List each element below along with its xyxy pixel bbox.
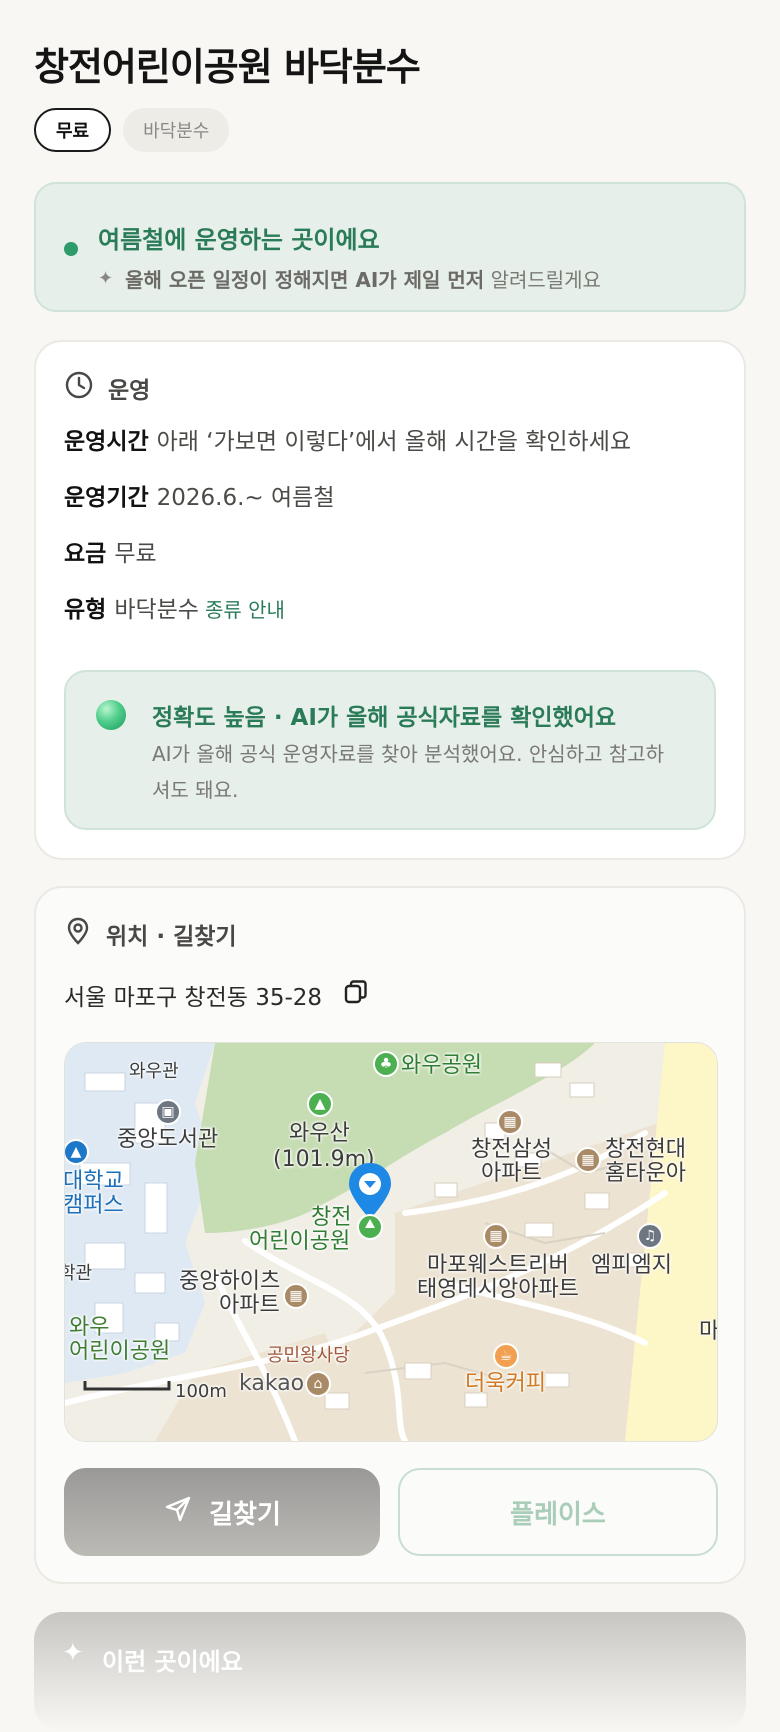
ops-row-type: 유형 바닥분수 종류 안내 — [64, 590, 285, 624]
shrine-icon: ⌂ — [305, 1371, 331, 1397]
season-sub-bold: 올해 오픈 일정이 정해지면 AI가 제일 먼저 — [125, 268, 485, 292]
about-title: 이런 곳이에요 — [102, 1648, 243, 1676]
map-label: 창전 — [311, 1205, 352, 1230]
sparkle-icon: ✦ — [62, 1638, 84, 1668]
library-icon: ▣ — [155, 1099, 181, 1125]
map-label: 와우산 — [289, 1121, 350, 1146]
operation-card: 운영 운영시간 아래 ‘가보면 이렇다’에서 올해 시간을 확인하세요 운영기간 2… — [34, 340, 746, 860]
map-label: 태영데시앙아파트 — [417, 1277, 579, 1302]
mountain-icon: ▲ — [307, 1091, 333, 1117]
map-label: 대학교 — [64, 1169, 124, 1194]
location-title: 위치 · 길찾기 — [106, 924, 237, 950]
map-label: 중앙하이츠 — [179, 1269, 281, 1294]
sparkle-icon: ✦ — [98, 268, 114, 289]
chip-free[interactable]: 무료 — [34, 108, 112, 152]
map-label: 더욱커피 — [465, 1371, 546, 1396]
address-text: 서울 마포구 창전동 35-28 — [64, 985, 323, 1011]
route-button[interactable]: 길찾기 — [64, 1468, 380, 1556]
route-button-label: 길찾기 — [209, 1498, 281, 1529]
map-label: 와우관 — [129, 1061, 179, 1082]
ai-orb-icon — [96, 700, 126, 730]
map-label: 창전삼성 — [471, 1137, 552, 1162]
kakao-logo: kakao — [239, 1371, 305, 1396]
apartment-icon: ▦ — [575, 1147, 601, 1173]
map-label: 와우공원 — [401, 1053, 482, 1078]
ops-value: 아래 ‘가보면 이렇다’에서 올해 시간을 확인하세요 — [156, 429, 632, 455]
ops-label: 요금 — [64, 541, 107, 567]
copy-icon[interactable] — [342, 978, 370, 1012]
clock-icon — [64, 370, 94, 406]
ops-row-period: 운영기간 2026.6.~ 여름철 — [64, 478, 335, 512]
map-label: 중앙도서관 — [117, 1127, 219, 1152]
navigate-arrow-icon — [163, 1494, 193, 1531]
ops-label: 운영기간 — [64, 485, 149, 511]
park-icon: ♣ — [373, 1051, 399, 1077]
ops-value: 무료 — [114, 541, 157, 567]
location-card: 위치 · 길찾기 서울 마포구 창전동 35-28 와우관 ▣ 중앙도서관 ▲ … — [34, 886, 746, 1584]
chip-type[interactable]: 바닥분수 — [123, 108, 230, 152]
map-label: 학관 — [65, 1263, 93, 1284]
season-notice: 여름철에 운영하는 곳이에요 ✦ 올해 오픈 일정이 정해지면 AI가 제일 먼… — [34, 182, 746, 312]
selected-pin-icon[interactable] — [347, 1161, 393, 1243]
map-label: 어린이공원 — [69, 1339, 171, 1364]
ops-label: 유형 — [64, 597, 107, 623]
season-subtext: ✦ 올해 오픈 일정이 정해지면 AI가 제일 먼저 알려드릴게요 — [98, 264, 601, 293]
apartment-icon: ▦ — [497, 1109, 523, 1135]
map-label: 창전현대 — [605, 1137, 686, 1162]
season-sub-rest: 알려드릴게요 — [490, 268, 601, 292]
location-pin-icon — [64, 916, 92, 952]
operation-title: 운영 — [108, 378, 151, 404]
page: 창전어린이공원 바닥분수 무료 바닥분수 여름철에 운영하는 곳이에요 ✦ 올해… — [0, 0, 780, 1732]
school-icon: ▲ — [65, 1139, 89, 1165]
map-label: 마 — [699, 1319, 718, 1344]
accuracy-notice: 정확도 높음 · AI가 올해 공식자료를 확인했어요 AI가 올해 공식 운영… — [64, 670, 716, 830]
map-label: 홈타운아 — [605, 1161, 686, 1186]
music-icon: ♫ — [637, 1223, 663, 1249]
place-button[interactable]: 플레이스 — [398, 1468, 718, 1556]
address-row: 서울 마포구 창전동 35-28 — [64, 978, 370, 1012]
ops-row-hours: 운영시간 아래 ‘가보면 이렇다’에서 올해 시간을 확인하세요 — [64, 422, 631, 456]
map-label: 아파트 — [481, 1161, 542, 1186]
page-title: 창전어린이공원 바닥분수 — [34, 45, 421, 89]
map-label: 공민왕사당 — [267, 1345, 350, 1366]
map-label: 와우 — [69, 1315, 110, 1340]
map-label: 캠퍼스 — [64, 1193, 124, 1218]
type-guide-link[interactable]: 종류 안내 — [205, 598, 285, 622]
tag-chips: 무료 바닥분수 — [34, 108, 230, 152]
apartment-icon: ▦ — [283, 1283, 309, 1309]
status-dot — [64, 242, 78, 256]
operation-header: 운영 — [64, 370, 150, 406]
ops-value: 바닥분수 — [114, 597, 199, 623]
map-label: 마포웨스트리버 — [427, 1253, 569, 1278]
map-label: 아파트 — [219, 1293, 280, 1318]
location-header: 위치 · 길찾기 — [64, 916, 237, 952]
ops-value: 2026.6.~ 여름철 — [156, 485, 335, 511]
map-label: 엠피엠지 — [591, 1253, 672, 1278]
map-view[interactable]: 와우관 ▣ 중앙도서관 ▲ 대학교 캠퍼스 학관 ♣ 와우공원 ▲ 와우산 (1… — [64, 1042, 718, 1442]
apartment-icon: ▦ — [483, 1223, 509, 1249]
accuracy-headline: 정확도 높음 · AI가 올해 공식자료를 확인했어요 — [152, 705, 617, 731]
ops-label: 운영시간 — [64, 429, 149, 455]
map-label: 어린이공원 — [249, 1229, 351, 1254]
accuracy-body: AI가 올해 공식 운영자료를 찾아 분석했어요. 안심하고 참고하셔도 돼요. — [152, 742, 665, 802]
season-headline: 여름철에 운영하는 곳이에요 — [98, 226, 380, 254]
about-card-teaser[interactable]: ✦ 이런 곳이에요 — [34, 1612, 746, 1732]
ops-row-fee: 요금 무료 — [64, 534, 157, 568]
map-scale-label: 100m — [175, 1381, 227, 1402]
place-button-label: 플레이스 — [510, 1499, 606, 1530]
cafe-icon: ☕ — [493, 1343, 519, 1369]
